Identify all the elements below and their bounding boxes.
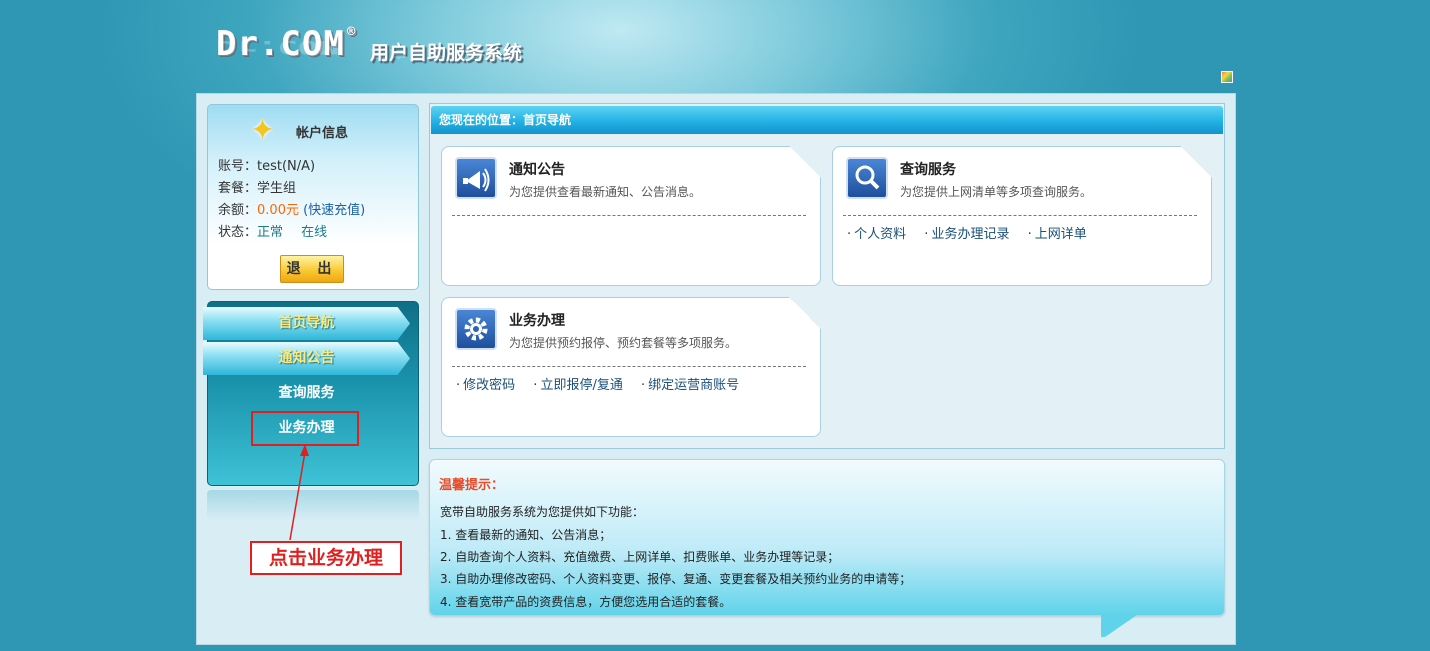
query-card-links: 个人资料 业务办理记录 上网详单 bbox=[847, 223, 1101, 242]
logout-button[interactable]: 退 出 bbox=[280, 255, 344, 283]
annotation-arrow bbox=[289, 444, 309, 541]
divider bbox=[452, 215, 806, 216]
account-info-title: 帐户信息 bbox=[296, 126, 349, 141]
tips-tail bbox=[1101, 615, 1137, 637]
link-suspend-resume[interactable]: 立即报停/复通 bbox=[533, 378, 623, 393]
magnifier-icon bbox=[846, 157, 888, 199]
business-card-links: 修改密码 立即报停/复通 绑定运营商账号 bbox=[456, 374, 753, 393]
nav-item-home[interactable]: 首页导航 bbox=[203, 307, 410, 340]
notice-card-title: 通知公告 bbox=[509, 162, 565, 178]
plan-value: 学生组 bbox=[257, 181, 297, 196]
divider bbox=[452, 366, 806, 367]
star-icon: ✦ bbox=[250, 113, 276, 148]
link-personal-info[interactable]: 个人资料 bbox=[847, 227, 906, 242]
annotation-callout: 点击业务办理 bbox=[250, 541, 402, 575]
quick-recharge-link[interactable]: (快速充值) bbox=[303, 203, 365, 218]
megaphone-icon bbox=[455, 157, 497, 199]
link-change-password[interactable]: 修改密码 bbox=[456, 378, 515, 393]
account-label: 账号： bbox=[218, 159, 258, 174]
tips-line-1: 1. 查看最新的通知、公告消息； bbox=[440, 528, 612, 542]
tips-line-2: 2. 自助查询个人资料、充值缴费、上网详单、扣费账单、业务办理等记录； bbox=[440, 550, 840, 564]
balance-label: 余额： bbox=[218, 203, 258, 218]
link-business-records[interactable]: 业务办理记录 bbox=[924, 227, 1009, 242]
tips-line-3: 3. 自助办理修改密码、个人资料变更、报停、复通、变更套餐及相关预约业务的申请等… bbox=[440, 572, 912, 586]
tips-title: 温馨提示： bbox=[439, 478, 505, 493]
notice-card-desc: 为您提供查看最新通知、公告消息。 bbox=[509, 185, 702, 199]
account-value: test(N/A) bbox=[257, 159, 316, 174]
tips-intro: 宽带自助服务系统为您提供如下功能： bbox=[440, 505, 645, 519]
plan-row: 套餐：学生组 bbox=[218, 177, 296, 196]
query-card-title: 查询服务 bbox=[900, 162, 956, 178]
plan-label: 套餐： bbox=[218, 181, 258, 196]
business-card-title: 业务办理 bbox=[509, 313, 565, 329]
theme-switch-icon[interactable] bbox=[1221, 71, 1233, 83]
notice-card[interactable]: 通知公告 为您提供查看最新通知、公告消息。 bbox=[441, 146, 821, 286]
status-row: 状态：正常 在线 bbox=[218, 221, 327, 240]
link-internet-details[interactable]: 上网详单 bbox=[1028, 227, 1087, 242]
divider bbox=[843, 215, 1197, 216]
nav-item-notice[interactable]: 通知公告 bbox=[203, 342, 410, 375]
system-title-reflection: 用户自助服务系统 bbox=[370, 47, 523, 60]
status-value: 正常 bbox=[257, 225, 284, 240]
business-card-desc: 为您提供预约报停、预约套餐等多项服务。 bbox=[509, 336, 738, 350]
balance-value: 0.00元 bbox=[257, 203, 299, 218]
status-label: 状态： bbox=[218, 225, 258, 240]
logo-reflection: Dr.COM bbox=[216, 36, 339, 58]
query-card[interactable]: 查询服务 为您提供上网清单等多项查询服务。 个人资料 业务办理记录 上网详单 bbox=[832, 146, 1212, 286]
gear-icon bbox=[455, 308, 497, 350]
online-status: 在线 bbox=[301, 225, 328, 240]
balance-row: 余额：0.00元 (快速充值) bbox=[218, 199, 365, 218]
account-row: 账号：test(N/A) bbox=[218, 155, 315, 174]
tips-line-4: 4. 查看宽带产品的资费信息，方便您选用合适的套餐。 bbox=[440, 595, 732, 609]
nav-item-query[interactable]: 查询服务 bbox=[203, 377, 410, 410]
link-bind-carrier[interactable]: 绑定运营商账号 bbox=[641, 378, 739, 393]
query-card-desc: 为您提供上网清单等多项查询服务。 bbox=[900, 185, 1093, 199]
breadcrumb: 您现在的位置：首页导航 bbox=[431, 106, 1223, 134]
business-card[interactable]: 业务办理 为您提供预约报停、预约套餐等多项服务。 修改密码 立即报停/复通 绑定… bbox=[441, 297, 821, 437]
